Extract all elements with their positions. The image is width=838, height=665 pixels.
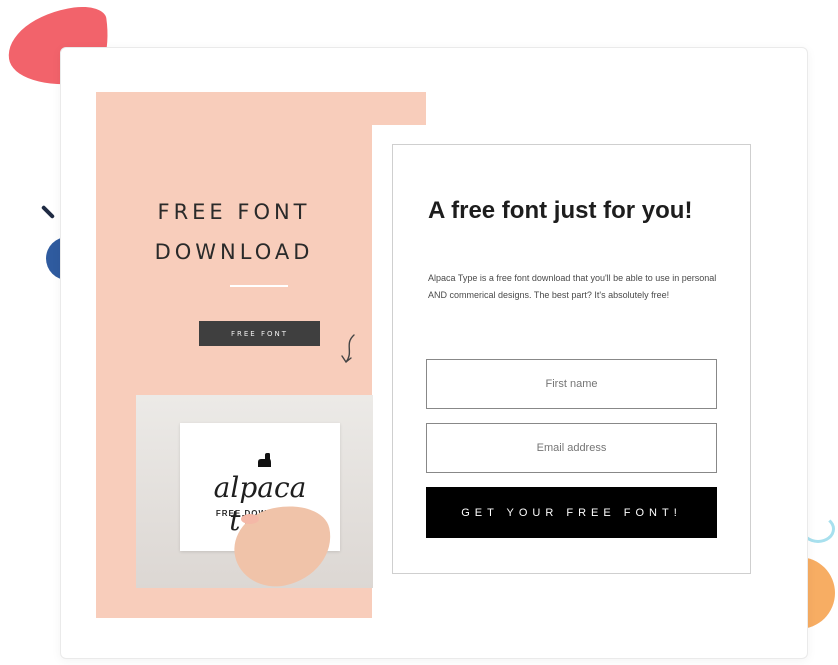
free-font-badge: FREE FONT	[199, 321, 320, 346]
title-divider	[230, 285, 288, 287]
finger-nail-shape	[241, 514, 259, 524]
form-description: Alpaca Type is a free font download that…	[428, 273, 717, 300]
form-title: A free font just for you!	[428, 197, 693, 224]
signup-form: A free font just for you! Alpaca Type is…	[392, 144, 751, 574]
get-free-font-button[interactable]: GET YOUR FREE FONT!	[426, 487, 717, 538]
email-field[interactable]	[426, 423, 717, 473]
alpaca-icon	[258, 453, 271, 467]
promo-title-line-1: FREE FONT	[157, 200, 311, 224]
curved-arrow-icon	[341, 334, 355, 363]
first-name-field[interactable]	[426, 359, 717, 409]
promo-title-line-2: DOWNLOAD	[154, 240, 314, 264]
decorative-blue-stroke	[40, 204, 56, 220]
email-input[interactable]	[427, 423, 716, 473]
product-photo: alpaca type FREE DOWNLOAD!	[136, 395, 373, 595]
first-name-input[interactable]	[427, 359, 716, 409]
